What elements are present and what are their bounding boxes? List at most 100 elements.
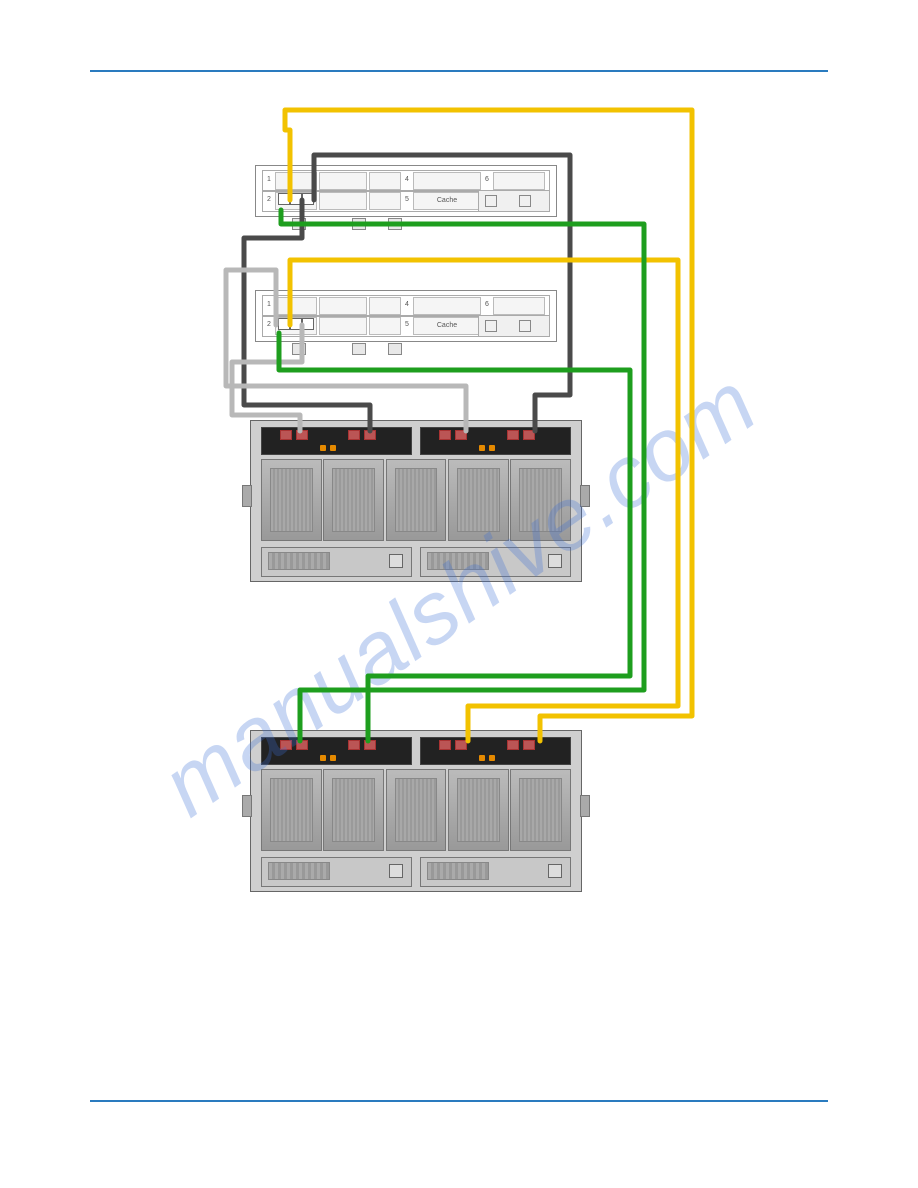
slot <box>493 172 545 190</box>
slot <box>319 317 367 335</box>
sas-port-0 <box>439 430 451 440</box>
shelf-2-iom-b <box>420 737 571 765</box>
hba-slot-2 <box>275 317 317 335</box>
shelf-1 <box>250 420 582 582</box>
fan-module <box>448 769 509 851</box>
rack-ear-icon <box>242 485 252 507</box>
fan-module <box>448 459 509 541</box>
slot-num: 4 <box>403 297 411 313</box>
fan-module <box>510 459 571 541</box>
slot <box>319 192 367 210</box>
mgmt-port <box>388 343 402 355</box>
sas-port-3 <box>364 430 376 440</box>
rack-ear-icon <box>580 485 590 507</box>
sas-port-2 <box>348 740 360 750</box>
status-led-icon <box>479 445 485 451</box>
hba-port-b <box>290 318 302 330</box>
ac-inlet-icon <box>485 195 497 207</box>
shelf-psu <box>420 857 571 887</box>
slot <box>413 172 481 190</box>
sas-port-0 <box>280 430 292 440</box>
slot <box>275 172 317 190</box>
fan-module <box>510 769 571 851</box>
hba-port-b <box>290 193 302 205</box>
slot <box>369 172 401 190</box>
slot-num: 1 <box>265 172 273 188</box>
slot <box>493 297 545 315</box>
slot <box>319 297 367 315</box>
slot <box>413 297 481 315</box>
hba-port-a <box>278 318 290 330</box>
fan-module <box>386 459 447 541</box>
sas-port-0 <box>280 740 292 750</box>
slot-num: 4 <box>403 172 411 188</box>
sas-port-3 <box>523 740 535 750</box>
hba-port-a <box>278 193 290 205</box>
shelf-2-psu-row <box>261 857 571 885</box>
sas-port-2 <box>507 430 519 440</box>
fan-module <box>323 459 384 541</box>
status-led-icon <box>489 755 495 761</box>
shelf-1-fans <box>261 459 571 539</box>
status-led-icon <box>479 755 485 761</box>
controller-1: 1 4 6 2 5 Cache 7 <box>255 165 557 217</box>
ac-inlet-icon <box>519 195 531 207</box>
sas-port-2 <box>507 740 519 750</box>
mgmt-port <box>352 218 366 230</box>
controller-2-slot-row-top: 1 4 6 <box>262 295 550 317</box>
slot-num: 5 <box>403 192 411 208</box>
slot-num: 6 <box>483 172 491 188</box>
shelf-2-iom-a <box>261 737 412 765</box>
shelf-1-iom-row <box>261 427 571 453</box>
rule-bottom <box>90 1100 828 1102</box>
status-led-icon <box>489 445 495 451</box>
sas-port-1 <box>296 740 308 750</box>
shelf-1-iom-b <box>420 427 571 455</box>
status-led-icon <box>320 755 326 761</box>
shelf-1-iom-a <box>261 427 412 455</box>
shelf-psu <box>261 547 412 577</box>
slot-num: 2 <box>265 192 273 208</box>
fan-module <box>261 769 322 851</box>
slot-num: 5 <box>403 317 411 333</box>
rack-ear-icon <box>242 795 252 817</box>
status-led-icon <box>330 755 336 761</box>
status-led-icon <box>330 445 336 451</box>
mgmt-port <box>292 218 306 230</box>
sas-port-3 <box>364 740 376 750</box>
ac-inlet-icon <box>485 320 497 332</box>
mgmt-port <box>352 343 366 355</box>
shelf-psu <box>261 857 412 887</box>
hba-port-c <box>302 193 314 205</box>
controller-1-slot-row-top: 1 4 6 <box>262 170 550 192</box>
slot-num: 6 <box>483 297 491 313</box>
sas-port-1 <box>455 430 467 440</box>
hba-port-c <box>302 318 314 330</box>
shelf-1-psu-row <box>261 547 571 575</box>
slot <box>369 192 401 210</box>
hba-slot-2 <box>275 192 317 210</box>
mgmt-port <box>388 218 402 230</box>
psu-pair <box>478 190 550 212</box>
slot <box>369 317 401 335</box>
psu-pair <box>478 315 550 337</box>
sas-port-1 <box>455 740 467 750</box>
shelf-2 <box>250 730 582 892</box>
slot <box>369 297 401 315</box>
fan-module <box>261 459 322 541</box>
sas-port-0 <box>439 740 451 750</box>
slot-num: 2 <box>265 317 273 333</box>
fan-module <box>386 769 447 851</box>
cache-slot: Cache <box>413 317 481 335</box>
slot <box>275 297 317 315</box>
ac-inlet-icon <box>519 320 531 332</box>
sas-port-2 <box>348 430 360 440</box>
sas-port-3 <box>523 430 535 440</box>
status-led-icon <box>320 445 326 451</box>
slot-num: 1 <box>265 297 273 313</box>
controller-2: 1 4 6 2 5 Cache 7 <box>255 290 557 342</box>
mgmt-port <box>292 343 306 355</box>
rack-ear-icon <box>580 795 590 817</box>
rule-top <box>90 70 828 72</box>
shelf-2-iom-row <box>261 737 571 763</box>
